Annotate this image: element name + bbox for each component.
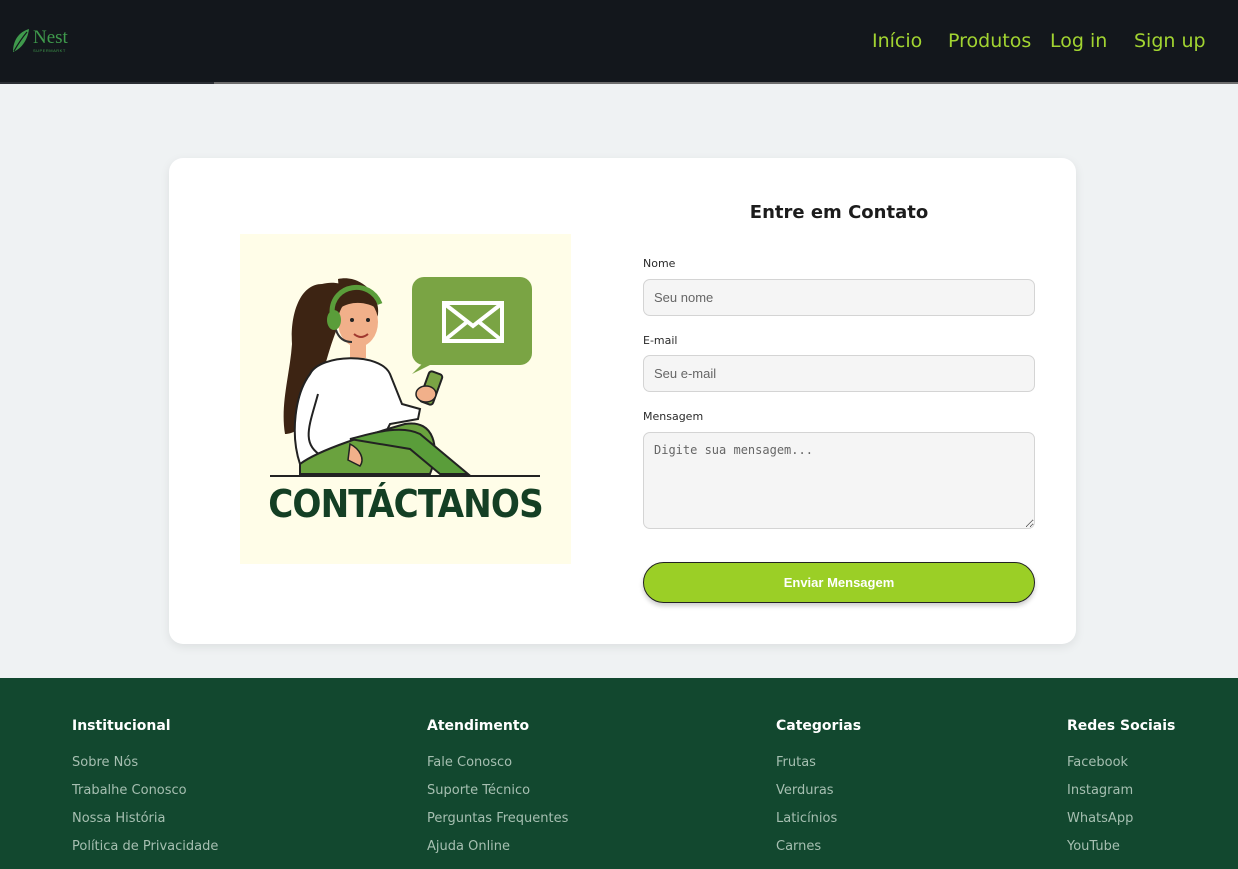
email-label: E-mail: [643, 334, 678, 347]
footer-link[interactable]: Frutas: [776, 749, 861, 777]
footer-link[interactable]: Ajuda Online: [427, 833, 568, 861]
footer-link[interactable]: Perguntas Frequentes: [427, 805, 568, 833]
footer-link[interactable]: Trabalhe Conosco: [72, 777, 218, 805]
footer-column-atendimento: Atendimento Fale Conosco Suporte Técnico…: [427, 718, 568, 861]
footer-link[interactable]: Nossa História: [72, 805, 218, 833]
contact-card: CONTÁCTANOS Entre em Contato Nome E-mail…: [169, 158, 1076, 644]
nav-link-produtos[interactable]: Produtos: [948, 28, 1031, 54]
email-input[interactable]: [643, 355, 1035, 392]
footer-column-title: Categorias: [776, 718, 862, 734]
footer-link[interactable]: Sobre Nós: [72, 749, 218, 777]
form-title: Entre em Contato: [749, 202, 929, 223]
message-textarea[interactable]: [643, 432, 1035, 529]
footer-column-title: Redes Sociais: [1067, 718, 1176, 734]
footer-column-institucional: Institucional Sobre Nós Trabalhe Conosco…: [72, 718, 218, 861]
top-navbar: Nest SUPERMARKT Início Produtos Log in S…: [0, 0, 1238, 84]
footer-link[interactable]: Laticínios: [776, 805, 861, 833]
footer-link[interactable]: Verduras: [776, 777, 861, 805]
brand-logo[interactable]: Nest SUPERMARKT: [11, 28, 68, 56]
nav-link-signup[interactable]: Sign up: [1134, 28, 1206, 54]
footer-column-title: Institucional: [72, 718, 171, 734]
navbar-underline: [0, 82, 214, 84]
illustration-caption: CONTÁCTANOS: [268, 482, 544, 526]
footer-link[interactable]: Política de Privacidade: [72, 833, 218, 861]
brand-name: Nest: [33, 27, 68, 48]
footer-column-title: Atendimento: [427, 718, 530, 734]
leaf-icon: [13, 29, 29, 52]
send-message-button[interactable]: Enviar Mensagem: [643, 562, 1035, 603]
footer-link[interactable]: Suporte Técnico: [427, 777, 568, 805]
nav-link-login[interactable]: Log in: [1050, 28, 1107, 54]
footer-column-redes-sociais: Redes Sociais Facebook Instagram WhatsAp…: [1067, 718, 1175, 861]
nav-link-inicio[interactable]: Início: [872, 28, 922, 54]
envelope-bubble-icon: [412, 277, 532, 374]
footer-link[interactable]: WhatsApp: [1067, 805, 1175, 833]
footer-column-categorias: Categorias Frutas Verduras Laticínios Ca…: [776, 718, 861, 861]
message-label: Mensagem: [643, 410, 704, 423]
footer-link[interactable]: Fale Conosco: [427, 749, 568, 777]
contact-illustration: CONTÁCTANOS: [240, 234, 571, 564]
footer-link[interactable]: Facebook: [1067, 749, 1175, 777]
name-input[interactable]: [643, 279, 1035, 316]
brand-tagline: SUPERMARKT: [33, 48, 66, 53]
footer-link[interactable]: Instagram: [1067, 777, 1175, 805]
site-footer: Institucional Sobre Nós Trabalhe Conosco…: [0, 678, 1238, 869]
footer-link[interactable]: YouTube: [1067, 833, 1175, 861]
name-label: Nome: [643, 257, 676, 270]
footer-link[interactable]: Carnes: [776, 833, 861, 861]
